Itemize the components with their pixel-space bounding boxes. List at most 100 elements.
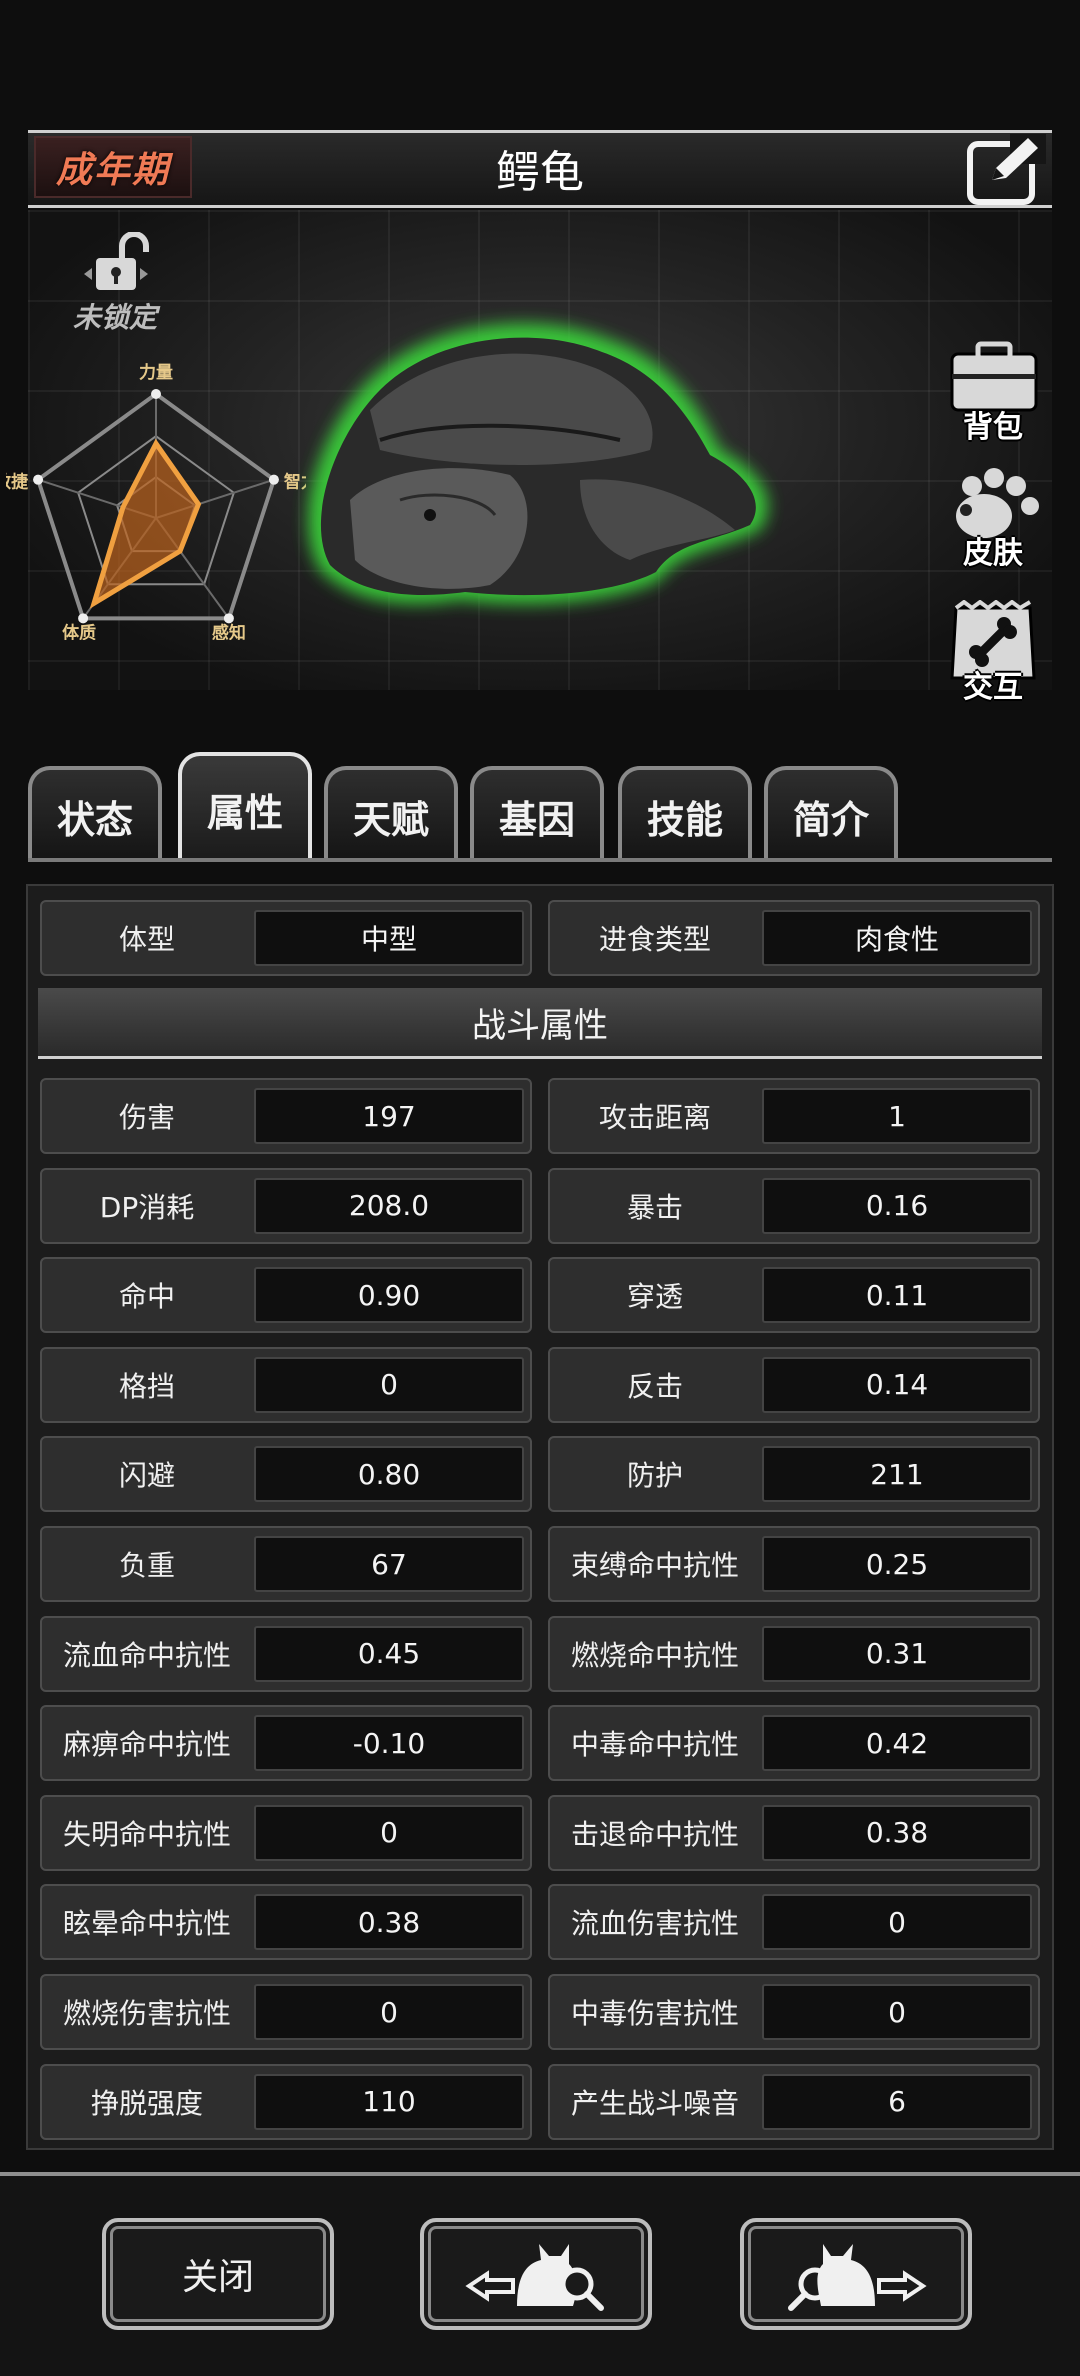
stat-label: 中毒伤害抗性 <box>570 1997 739 2030</box>
stat-cell: 暴击 0.16 <box>548 1167 1040 1244</box>
next-creature-button[interactable] <box>740 2218 972 2330</box>
tab-skills[interactable]: 技能 <box>618 766 752 862</box>
skin-label: 皮肤 <box>963 536 1023 571</box>
cat-search-left-arrow-icon <box>465 2244 604 2311</box>
stat-value: 110 <box>254 2073 524 2130</box>
stat-cell: 中毒伤害抗性 0 <box>548 1974 1040 2050</box>
growth-stage-badge: 成年期 <box>34 136 192 198</box>
stat-cell: DP消耗 208.0 <box>40 1167 532 1244</box>
lock-status-label: 未锁定 <box>72 301 157 334</box>
stat-value: 211 <box>762 1446 1032 1503</box>
radar-vertex-dot <box>151 389 161 399</box>
tab-intro[interactable]: 简介 <box>764 766 898 862</box>
radar-vertex-dot <box>78 613 89 624</box>
close-button[interactable]: 关闭 <box>102 2218 334 2330</box>
tab-bar: 状态 属性 天赋 基因 技能 简介 <box>28 752 1052 862</box>
tab-underline <box>28 858 1052 862</box>
radar-value-polygon <box>89 438 202 609</box>
interact-button[interactable]: 交互 <box>938 599 1048 710</box>
stat-label: DP消耗 <box>99 1190 195 1224</box>
stat-value: 0.80 <box>254 1446 524 1503</box>
cat-search-right-arrow-icon <box>788 2244 927 2311</box>
radar-axis-label: 力量 <box>139 362 173 383</box>
stat-label: 燃烧命中抗性 <box>570 1638 739 1672</box>
stat-label: 击退命中抗性 <box>570 1817 739 1851</box>
stat-value: 0.25 <box>762 1536 1032 1592</box>
stat-cell: 防护 211 <box>548 1436 1040 1513</box>
stat-label: 攻击距离 <box>598 1101 711 1134</box>
stat-label: 挣脱强度 <box>90 2086 203 2120</box>
stat-value: 6 <box>762 2073 1032 2130</box>
stat-cell: 攻击距离 1 <box>548 1078 1040 1154</box>
stat-value: 67 <box>254 1536 524 1592</box>
stat-value: 1 <box>762 1088 1032 1144</box>
radar-vertex-dot <box>223 613 234 624</box>
radar-vertex-dot <box>33 474 44 485</box>
stat-cell: 眩晕命中抗性 0.38 <box>40 1884 532 1961</box>
stat-value: 中型 <box>254 910 524 966</box>
stat-cell: 格挡 0 <box>40 1346 532 1423</box>
edit-name-button[interactable] <box>966 134 1046 206</box>
stat-label: 失明命中抗性 <box>62 1817 231 1851</box>
stat-value: 0.90 <box>254 1267 524 1324</box>
stat-label: 眩晕命中抗性 <box>62 1907 231 1941</box>
stat-cell: 失明命中抗性 0 <box>40 1794 532 1871</box>
stat-label: 束缚命中抗性 <box>570 1549 739 1582</box>
creature-name-title: 鳄龟 <box>496 147 584 198</box>
stat-cell: 燃烧命中抗性 0.31 <box>548 1615 1040 1692</box>
stat-label: 暴击 <box>626 1190 683 1224</box>
attribute-radar-chart: 力量智力感知体质敏捷 <box>6 362 306 640</box>
stat-value: 0.38 <box>762 1804 1032 1861</box>
stat-value: 197 <box>254 1088 524 1144</box>
stat-cell: 伤害 197 <box>40 1078 532 1154</box>
stat-cell: 穿透 0.11 <box>548 1257 1040 1334</box>
stat-label: 命中 <box>118 1280 175 1314</box>
tab-genes[interactable]: 基因 <box>470 766 604 862</box>
combat-attributes-header: 战斗属性 <box>38 988 1042 1059</box>
stat-value: 0 <box>254 1984 524 2040</box>
stat-label: 燃烧伤害抗性 <box>62 1997 231 2030</box>
stat-cell: 命中 0.90 <box>40 1257 532 1334</box>
previous-creature-button[interactable] <box>420 2218 652 2330</box>
stat-label: 伤害 <box>118 1101 175 1134</box>
stat-label: 流血命中抗性 <box>62 1638 231 1672</box>
tab-attributes[interactable]: 属性 <box>178 752 312 862</box>
stat-label: 负重 <box>118 1549 175 1582</box>
stat-value: 0.31 <box>762 1625 1032 1682</box>
tab-status[interactable]: 状态 <box>28 766 162 862</box>
backpack-button[interactable]: 背包 <box>938 340 1048 450</box>
stat-label: 麻痹命中抗性 <box>62 1728 231 1762</box>
stat-value: 0 <box>762 1984 1032 2040</box>
stat-cell: 流血命中抗性 0.45 <box>40 1615 532 1692</box>
stat-cell: 麻痹命中抗性 -0.10 <box>40 1705 532 1782</box>
stat-label: 格挡 <box>118 1369 175 1403</box>
stat-label: 体型 <box>118 923 175 956</box>
radar-axis-label: 敏捷 <box>6 472 29 493</box>
skin-button[interactable]: 皮肤 <box>938 466 1048 576</box>
stat-cell: 产生战斗噪音 6 <box>548 2063 1040 2140</box>
stat-cell-body-size: 体型 中型 <box>40 900 532 976</box>
stat-value: 0 <box>254 1356 524 1413</box>
stat-value: 0.16 <box>762 1177 1032 1234</box>
stat-label: 流血伤害抗性 <box>570 1907 739 1941</box>
stat-value: 0.45 <box>254 1625 524 1682</box>
stat-label: 产生战斗噪音 <box>570 2086 739 2120</box>
radar-axis-label: 体质 <box>62 622 96 640</box>
stat-cell: 束缚命中抗性 0.25 <box>548 1526 1040 1602</box>
stat-label: 闪避 <box>118 1459 175 1493</box>
stat-cell: 流血伤害抗性 0 <box>548 1884 1040 1961</box>
tab-talent[interactable]: 天赋 <box>324 766 458 862</box>
snapping-turtle-portrait <box>308 323 768 604</box>
stat-value: 肉食性 <box>762 910 1032 966</box>
interact-label: 交互 <box>963 670 1023 705</box>
stat-cell: 挣脱强度 110 <box>40 2063 532 2140</box>
stat-cell: 反击 0.14 <box>548 1346 1040 1423</box>
stat-cell: 负重 67 <box>40 1526 532 1602</box>
stat-value: 0.14 <box>762 1356 1032 1413</box>
stat-value: 0 <box>762 1894 1032 1951</box>
stat-value: 0.42 <box>762 1715 1032 1772</box>
backpack-label: 背包 <box>963 410 1023 445</box>
attributes-panel: 体型 中型 进食类型 肉食性 伤害 197 攻击距离 1 DP消耗 208.0 暴击 0.16… <box>26 884 1054 2150</box>
stat-cell: 中毒命中抗性 0.42 <box>548 1705 1040 1782</box>
radar-vertex-dot <box>268 474 279 485</box>
